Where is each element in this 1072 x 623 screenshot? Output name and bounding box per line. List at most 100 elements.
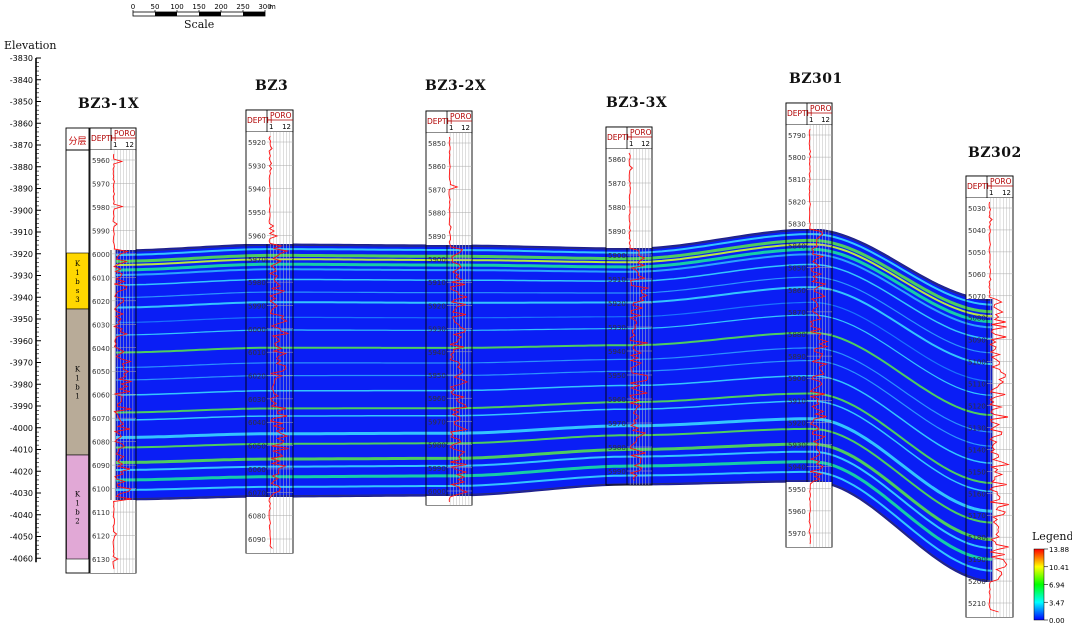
poro-range-max: 12	[282, 123, 291, 131]
depth-label: 5890	[788, 353, 806, 361]
depth-label: 5950	[428, 372, 446, 380]
elevation-tick-label: -4030	[10, 489, 33, 498]
well-name-bz3: BZ3	[255, 78, 289, 94]
depth-label: 5200	[968, 578, 986, 586]
strata-label-char: b	[75, 278, 80, 286]
depth-label: 5050	[968, 249, 986, 257]
depth-label: 5850	[428, 140, 446, 148]
depth-label: 6100	[92, 486, 110, 494]
poro-header: PORO	[630, 128, 652, 137]
scale-bar: 0 50 100 150 200 250 300m	[131, 3, 276, 17]
depth-label: 5960	[248, 232, 266, 240]
depth-label: 5950	[608, 372, 626, 380]
depth-label: 5900	[608, 252, 626, 260]
depth-label: 5100	[968, 359, 986, 367]
depth-label: 6000	[428, 488, 446, 496]
depth-label: 5970	[248, 256, 266, 264]
well-name-bz302: BZ302	[968, 145, 1022, 161]
depth-label: 5130	[968, 424, 986, 432]
depth-label: 6060	[92, 392, 110, 400]
depth-label: 5140	[968, 446, 986, 454]
depth-label: 5940	[608, 348, 626, 356]
depth-label: 5960	[428, 395, 446, 403]
depth-label: 5870	[428, 186, 446, 194]
depth-label: 5890	[608, 228, 626, 236]
depth-label: 5090	[968, 337, 986, 345]
depth-label: 5950	[788, 486, 806, 494]
strata-column: 分层K1bs3K1b1K1b2	[65, 127, 90, 574]
depth-label: 5940	[248, 186, 266, 194]
depth-label: 6020	[248, 373, 266, 381]
depth-label: 5980	[92, 204, 110, 212]
depth-label: 5950	[248, 209, 266, 217]
depth-label: 5940	[788, 464, 806, 472]
poro-header: PORO	[270, 111, 292, 120]
poro-header: PORO	[114, 129, 136, 138]
depth-label: 6090	[92, 462, 110, 470]
elevation-tick-label: -3970	[10, 359, 33, 368]
depth-label: 5790	[788, 132, 806, 140]
depth-label: 5930	[788, 442, 806, 450]
depth-label: 6030	[92, 321, 110, 329]
legend-value: 0.00	[1049, 617, 1065, 623]
elevation-tick-label: -3960	[10, 337, 33, 346]
depth-label: 5910	[428, 279, 446, 287]
strata-label-char: b	[75, 384, 80, 392]
poro-header: PORO	[450, 112, 472, 121]
depth-label: 5880	[788, 331, 806, 339]
strata-label-char: 3	[75, 296, 79, 304]
depth-label: 5980	[428, 442, 446, 450]
elevation-tick-label: -3890	[10, 185, 33, 194]
depth-label: 5060	[968, 271, 986, 279]
depth-label: 5850	[788, 265, 806, 273]
elevation-tick-label: -3900	[10, 206, 33, 215]
scale-tick-label: 50	[151, 3, 160, 11]
elevation-tick-label: -4040	[10, 511, 33, 520]
depth-label: 5960	[788, 508, 806, 516]
porosity-legend: 13.88 10.41 6.94 3.47 0.00	[1033, 546, 1069, 623]
depth-label: 5120	[968, 403, 986, 411]
depth-label: 6010	[92, 274, 110, 282]
strata-label-char: b	[75, 509, 80, 517]
legend-value: 3.47	[1049, 599, 1065, 607]
depth-label: 5970	[608, 420, 626, 428]
depth-label: 6040	[92, 345, 110, 353]
depth-label: 5830	[788, 220, 806, 228]
well-name-bz301: BZ301	[789, 71, 843, 87]
depth-label: 5990	[248, 302, 266, 310]
elevation-tick-label: -4020	[10, 467, 33, 476]
poro-range-min: 1	[809, 116, 813, 124]
depth-label: 6050	[92, 368, 110, 376]
elevation-tick-label: -3980	[10, 380, 33, 389]
depth-label: 5860	[788, 287, 806, 295]
depth-label: 5860	[608, 156, 626, 164]
depth-label: 5920	[428, 302, 446, 310]
depth-label: 5070	[968, 293, 986, 301]
depth-label: 5870	[608, 180, 626, 188]
elevation-tick-label: -3910	[10, 228, 33, 237]
depth-label: 5880	[428, 210, 446, 218]
scale-title: Scale	[184, 18, 215, 31]
depth-label: 5210	[968, 600, 986, 608]
elevation-tick-label: -4050	[10, 533, 33, 542]
strata-label-char: K	[75, 260, 81, 268]
depth-label: 5990	[428, 465, 446, 473]
elevation-tick-label: -4000	[10, 424, 33, 433]
well-name-bz3-3x: BZ3-3X	[606, 95, 668, 111]
elevation-tick-label: -3920	[10, 250, 33, 259]
scale-tick-label: 100	[170, 3, 183, 11]
strata-label-char: s	[76, 287, 80, 295]
depth-label: 5170	[968, 512, 986, 520]
depth-label: 5030	[968, 205, 986, 213]
depth-label: 6070	[92, 415, 110, 423]
depth-label: 5970	[92, 180, 110, 188]
depth-label: 5930	[248, 162, 266, 170]
poro-range-max: 12	[641, 140, 650, 148]
elevation-tick-label: -3990	[10, 402, 33, 411]
depth-label: 5840	[788, 243, 806, 251]
scale-tick-label: 250	[236, 3, 249, 11]
depth-label: 5980	[248, 279, 266, 287]
elevation-tick-label: -3860	[10, 119, 33, 128]
scale-tick-label: 150	[192, 3, 205, 11]
correlation-diagram: 0 50 100 150 200 250 300m -3830-3840-3850-3860…	[10, 3, 1069, 623]
